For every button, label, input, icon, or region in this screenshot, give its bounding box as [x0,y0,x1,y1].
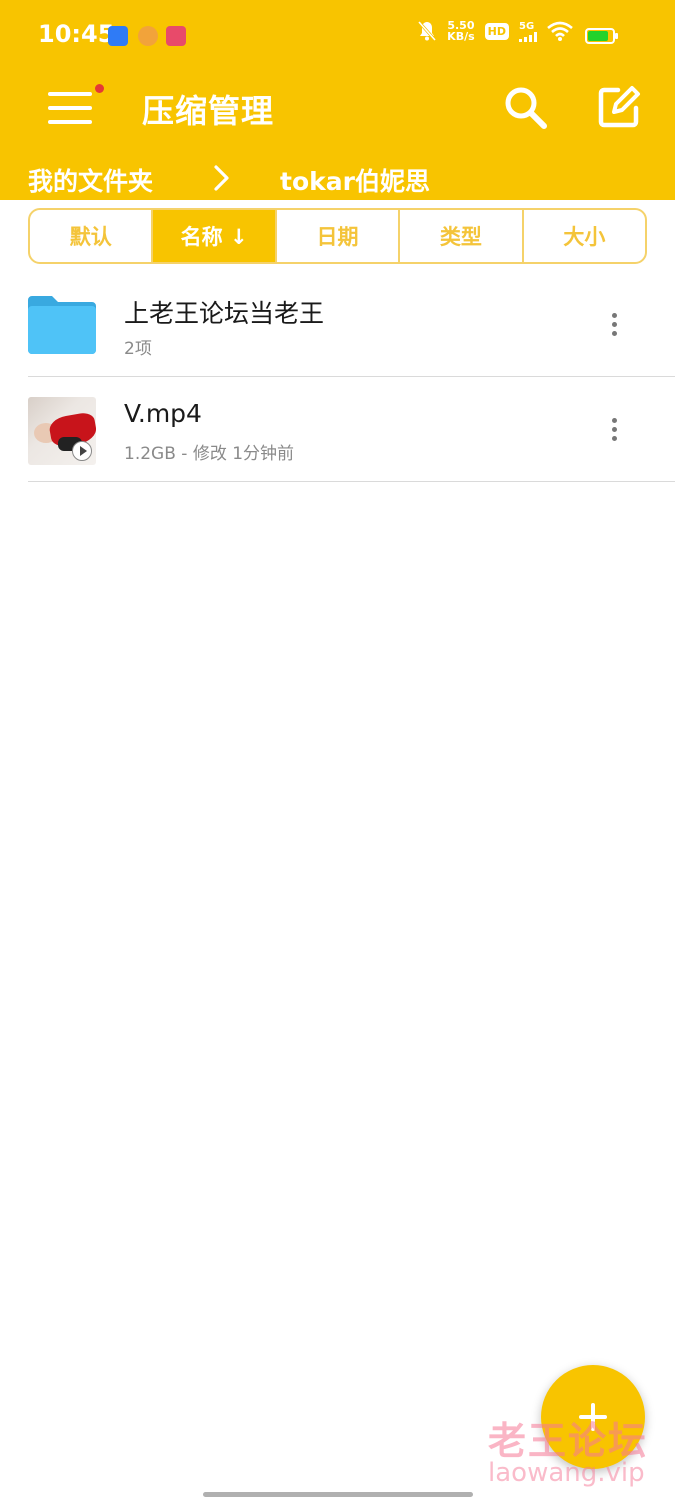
file-name: 上老王论坛当老王 [124,299,325,328]
sort-tab-date[interactable]: 日期 [277,210,401,262]
sort-tab-default[interactable]: 默认 [30,210,154,262]
signal-5g: 5G [519,21,537,42]
network-speed: 5.50 KB/s [447,20,474,42]
wifi-icon [547,21,573,41]
play-icon [72,441,92,461]
mute-bell-icon [418,21,437,41]
menu-button[interactable] [48,84,104,130]
home-indicator [203,1492,473,1497]
status-time: 10:45 [38,20,115,48]
edit-icon [598,86,640,128]
video-app-icon [166,26,186,46]
signal-bars-icon [519,31,537,42]
battery-icon [585,28,618,44]
watermark-text: 老王论坛 [488,1419,649,1463]
breadcrumb-root[interactable]: 我的文件夹 [28,162,153,198]
file-list: 上老王论坛当老王 2项 V.mp4 1.2GB - 修改 1分钟前 [0,272,675,482]
search-button[interactable] [502,84,548,130]
breadcrumb-current[interactable]: tokar伯妮思 [280,162,430,198]
edit-button[interactable] [596,84,642,130]
sort-tab-name[interactable]: 名称 ↓ [153,210,277,262]
chevron-right-icon [214,165,229,191]
speed-unit: KB/s [447,30,475,43]
more-options-icon[interactable] [598,308,630,340]
network-type: 5G [519,20,535,32]
list-item[interactable]: V.mp4 1.2GB - 修改 1分钟前 [28,377,675,482]
file-meta: 2项 [124,339,152,359]
more-options-icon[interactable] [598,413,630,445]
hd-badge: HD [484,22,509,40]
sort-tab-size[interactable]: 大小 [524,210,645,262]
status-bar: 10:45 5.50 KB/s HD 5G [0,0,675,72]
app-header: 10:45 5.50 KB/s HD 5G 压缩管理 我的文件夹 tokar伯妮… [0,0,675,200]
search-icon [505,87,547,129]
sort-bar: 默认 名称 ↓ 日期 类型 大小 [28,208,647,264]
breadcrumb: 我的文件夹 tokar伯妮思 [0,160,675,198]
list-item[interactable]: 上老王论坛当老王 2项 [28,272,675,377]
notification-dot [95,84,104,93]
folder-icon [28,296,96,354]
page-title: 压缩管理 [142,92,275,130]
video-thumbnail [28,397,96,465]
cat-app-icon [138,26,158,46]
sort-tab-type[interactable]: 类型 [400,210,524,262]
toolbar: 压缩管理 [0,72,675,148]
watermark-url: laowang.vip [488,1458,645,1488]
feishu-app-icon [108,26,128,46]
file-name: V.mp4 [124,399,202,428]
file-meta: 1.2GB - 修改 1分钟前 [124,444,295,464]
